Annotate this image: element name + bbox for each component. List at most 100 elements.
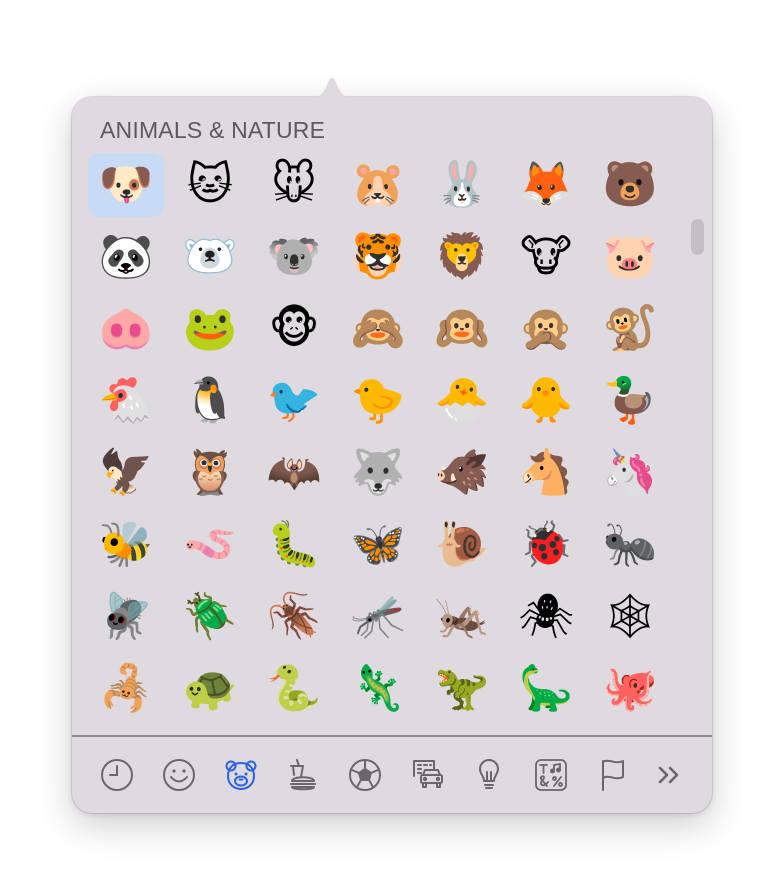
emoji-pig-face[interactable]: 🐷 (588, 221, 672, 293)
emoji-cell-box: 🐥 (508, 369, 584, 433)
emoji-lady-beetle[interactable]: 🐞 (504, 509, 588, 581)
emoji-panda[interactable]: 🐼 (84, 221, 168, 293)
emoji-mosquito[interactable]: 🦟 (336, 581, 420, 653)
emoji-cell-box: 🐞 (508, 513, 584, 577)
emoji-hatching-chick[interactable]: 🐣 (420, 365, 504, 437)
tab-smileys-people[interactable] (157, 753, 201, 797)
emoji-cell-box: 🐽 (88, 297, 164, 361)
emoji-eagle[interactable]: 🦅 (84, 437, 168, 509)
tab-symbols[interactable] (529, 753, 573, 797)
emoji-frog[interactable]: 🐸 (168, 293, 252, 365)
emoji-chicken[interactable]: 🐔 (84, 365, 168, 437)
emoji-speak-no-evil-monkey[interactable]: 🙊 (504, 293, 588, 365)
emoji-cell-box: 🦂 (88, 657, 164, 721)
tab-frequently-used[interactable] (95, 753, 139, 797)
emoji-dog-face[interactable]: 🐶 (84, 149, 168, 221)
emoji-cell-box: 🙉 (424, 297, 500, 361)
emoji-fly[interactable]: 🪰 (84, 581, 168, 653)
tab-food-drink[interactable] (281, 753, 325, 797)
section-title: ANIMALS & NATURE (100, 117, 326, 143)
emoji-unicorn[interactable]: 🦄 (588, 437, 672, 509)
emoji-cockroach[interactable]: 🪳 (252, 581, 336, 653)
smiley-icon (163, 759, 195, 791)
scrollbar-thumb[interactable] (691, 219, 704, 255)
emoji-cow-face[interactable]: 🐮 (504, 221, 588, 293)
tab-more[interactable] (647, 753, 691, 797)
emoji-turtle[interactable]: 🐢 (168, 653, 252, 725)
emoji-penguin[interactable]: 🐧 (168, 365, 252, 437)
category-tabbar (72, 737, 712, 813)
emoji-spider-web[interactable]: 🕸 (588, 581, 672, 653)
unicorn-icon: 🦄 (602, 447, 658, 498)
emoji-cell-box: 🦊 (508, 153, 584, 217)
emoji-cricket[interactable]: 🦗 (420, 581, 504, 653)
emoji-snail[interactable]: 🐌 (420, 509, 504, 581)
mosquito-icon: 🦟 (350, 591, 406, 642)
pig-nose-icon: 🐽 (98, 303, 154, 354)
emoji-lion[interactable]: 🦁 (420, 221, 504, 293)
emoji-cat-face[interactable]: 🐱 (168, 149, 252, 221)
tab-objects[interactable] (467, 753, 511, 797)
emoji-cell-box: 🐴 (508, 441, 584, 505)
emoji-cell-box: 🐻 (592, 153, 668, 217)
eagle-icon: 🦅 (98, 447, 154, 498)
emoji-snake[interactable]: 🐍 (252, 653, 336, 725)
monkey-icon: 🐒 (602, 303, 658, 354)
emoji-grid-viewport[interactable]: 🐶 🐱 🐭 🐹 🐰 🦊 🐻 🐼 🐻‍❄️ 🐨 🐯 🦁 🐮 🐷 🐽 🐸 🐵 🙈 🙉 🙊 🐒 🐔 🐧 🐦 🐤 🐣 🐥 🦆 🦅 🦉 🦇 🐺 🐗 🐴 🦄 🐝 🪱… (72, 149, 712, 733)
emoji-scorpion[interactable]: 🦂 (84, 653, 168, 725)
tab-activity[interactable] (343, 753, 387, 797)
beetle-icon: 🪲 (182, 591, 238, 642)
emoji-worm[interactable]: 🪱 (168, 509, 252, 581)
emoji-sauropod[interactable]: 🦕 (504, 653, 588, 725)
emoji-honeybee[interactable]: 🐝 (84, 509, 168, 581)
emoji-polar-bear[interactable]: 🐻‍❄️ (168, 221, 252, 293)
cockroach-icon: 🪳 (266, 591, 322, 642)
emoji-t-rex[interactable]: 🦖 (420, 653, 504, 725)
emoji-spider[interactable]: 🕷 (504, 581, 588, 653)
emoji-cell-box: 🦟 (340, 585, 416, 649)
emoji-horse-face[interactable]: 🐴 (504, 437, 588, 509)
emoji-butterfly[interactable]: 🦋 (336, 509, 420, 581)
emoji-bear[interactable]: 🐻 (588, 149, 672, 221)
emoji-owl[interactable]: 🦉 (168, 437, 252, 509)
cat-face-icon: 🐱 (187, 159, 233, 210)
tiger-face-icon: 🐯 (350, 231, 406, 282)
emoji-cell-box: 🐙 (592, 657, 668, 721)
bear-face-icon (225, 760, 257, 790)
emoji-rabbit-face[interactable]: 🐰 (420, 149, 504, 221)
emoji-bat[interactable]: 🦇 (252, 437, 336, 509)
emoji-octopus[interactable]: 🐙 (588, 653, 672, 725)
emoji-lizard[interactable]: 🦎 (336, 653, 420, 725)
sauropod-icon: 🦕 (518, 663, 574, 714)
emoji-bug[interactable]: 🐛 (252, 509, 336, 581)
emoji-monkey-face[interactable]: 🐵 (252, 293, 336, 365)
emoji-bird[interactable]: 🐦 (252, 365, 336, 437)
chicken-icon: 🐔 (98, 375, 154, 426)
emoji-boar[interactable]: 🐗 (420, 437, 504, 509)
emoji-fox[interactable]: 🦊 (504, 149, 588, 221)
popover-pointer (306, 77, 358, 99)
emoji-hamster[interactable]: 🐹 (336, 149, 420, 221)
emoji-picker-popover: ANIMALS & NATURE 🐶 🐱 🐭 🐹 🐰 🦊 🐻 🐼 🐻‍❄️ 🐨 🐯 🦁 🐮 🐷 🐽 🐸 🐵 🙈 🙉 🙊… (72, 97, 712, 813)
emoji-hear-no-evil-monkey[interactable]: 🙉 (420, 293, 504, 365)
turtle-icon: 🐢 (182, 663, 238, 714)
butterfly-icon: 🦋 (350, 519, 406, 570)
emoji-beetle[interactable]: 🪲 (168, 581, 252, 653)
emoji-koala[interactable]: 🐨 (252, 221, 336, 293)
emoji-baby-chick[interactable]: 🐤 (336, 365, 420, 437)
tab-flags[interactable] (591, 753, 635, 797)
emoji-mouse-face[interactable]: 🐭 (252, 149, 336, 221)
emoji-monkey[interactable]: 🐒 (588, 293, 672, 365)
tab-travel-places[interactable] (405, 753, 449, 797)
emoji-tiger-face[interactable]: 🐯 (336, 221, 420, 293)
emoji-see-no-evil-monkey[interactable]: 🙈 (336, 293, 420, 365)
emoji-pig-nose[interactable]: 🐽 (84, 293, 168, 365)
emoji-duck[interactable]: 🦆 (588, 365, 672, 437)
emoji-cell-box: 🪱 (172, 513, 248, 577)
emoji-front-facing-baby-chick[interactable]: 🐥 (504, 365, 588, 437)
emoji-wolf[interactable]: 🐺 (336, 437, 420, 509)
emoji-ant[interactable]: 🐜 (588, 509, 672, 581)
tab-animals-nature[interactable] (219, 753, 263, 797)
double-chevron-right-icon (658, 766, 679, 784)
frog-icon: 🐸 (182, 303, 238, 354)
